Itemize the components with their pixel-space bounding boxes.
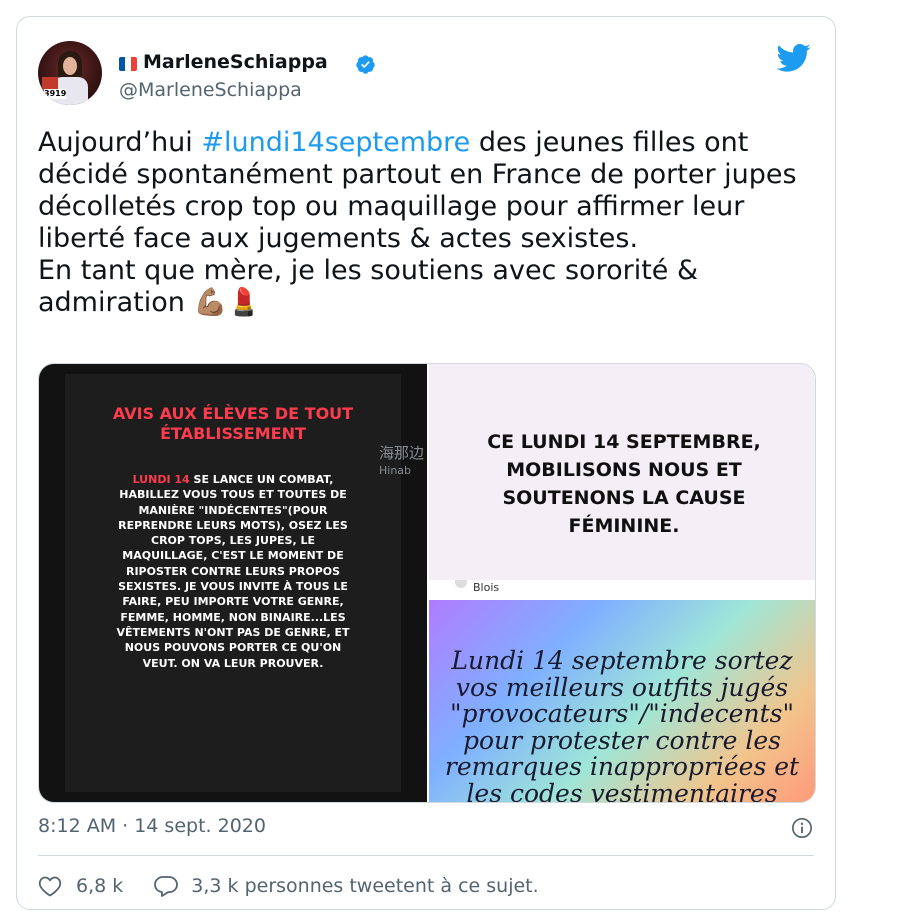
image-bottom-right-text: Lundi 14 septembre sortez vos meilleurs … — [444, 646, 800, 803]
display-name[interactable]: MarleneSchiappa — [143, 51, 328, 73]
avatar[interactable]: 3919 — [38, 41, 102, 105]
heart-icon[interactable] — [38, 875, 62, 897]
tweet-card[interactable]: 3919 MarleneSchiappa @MarleneSchiappa Au… — [16, 16, 836, 910]
divider — [38, 855, 814, 856]
media-image-left[interactable]: AVIS AUX ÉLÈVES DE TOUT ÉTABLISSEMENT LU… — [39, 364, 427, 802]
user-handle[interactable]: @MarleneSchiappa — [119, 79, 302, 101]
tweet-paragraph-1: Aujourd’hui #lundi14septembre des jeunes… — [38, 127, 797, 254]
tweet-actions: 6,8 k 3,3 k personnes tweetent à ce suje… — [38, 873, 539, 899]
info-icon[interactable] — [791, 817, 813, 839]
media-image-top-right[interactable]: CE LUNDI 14 SEPTEMBRE, MOBILISONS NOUS E… — [429, 364, 815, 598]
france-flag-icon — [119, 57, 137, 71]
avatar-badge: 3919 — [44, 89, 67, 99]
media-grid[interactable]: AVIS AUX ÉLÈVES DE TOUT ÉTABLISSEMENT LU… — [38, 363, 816, 803]
twitter-bird-icon[interactable] — [777, 43, 811, 73]
like-count[interactable]: 6,8 k — [76, 875, 123, 897]
reply-bubble-icon[interactable] — [153, 875, 179, 897]
watermark: 海那边 Hinab — [379, 444, 425, 477]
image-footer-location: Blois — [473, 581, 500, 594]
hashtag-link[interactable]: #lundi14septembre — [201, 127, 470, 158]
retweet-conversation-link[interactable]: 3,3 k personnes tweetent à ce sujet. — [191, 875, 538, 897]
avatar-face — [63, 57, 77, 75]
image-top-right-text: CE LUNDI 14 SEPTEMBRE, MOBILISONS NOUS E… — [487, 431, 761, 537]
media-image-bottom-right[interactable]: Lundi 14 septembre sortez vos meilleurs … — [429, 600, 815, 802]
tweet-text: Aujourd’hui #lundi14septembre des jeunes… — [38, 127, 818, 319]
image-left-body: LUNDI 14 SE LANCE UN COMBAT, HABILLEZ VO… — [116, 473, 350, 670]
verified-badge-icon — [356, 55, 375, 74]
tweet-timestamp[interactable]: 8:12 AM · 14 sept. 2020 — [38, 815, 266, 837]
emoji-muscle-lipstick: 💪🏽💄 — [193, 287, 261, 318]
image-left-title: AVIS AUX ÉLÈVES DE TOUT ÉTABLISSEMENT — [112, 404, 354, 443]
tweet-paragraph-2: En tant que mère, je les soutiens avec s… — [38, 255, 699, 318]
